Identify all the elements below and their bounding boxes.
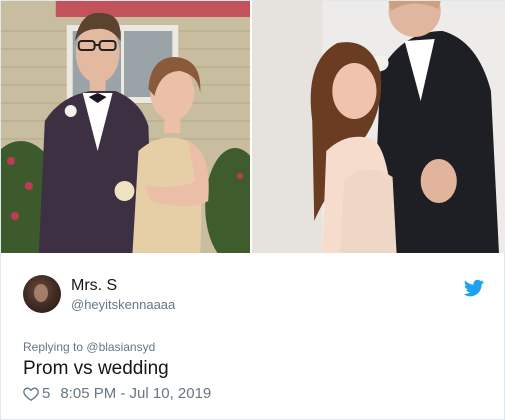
wedding-photo[interactable] — [252, 1, 505, 253]
reply-mention-link[interactable]: @blasiansyd — [86, 340, 155, 354]
heart-icon[interactable] — [23, 386, 39, 401]
tweet-text: Prom vs wedding — [23, 358, 169, 379]
display-name[interactable]: Mrs. S — [71, 276, 175, 296]
twitter-bird-icon[interactable] — [464, 279, 484, 297]
tweet-card: Mrs. S @heyitskennaaaa Replying to @blas… — [0, 0, 505, 420]
like-count: 5 — [42, 385, 51, 402]
tweet-photos — [1, 1, 505, 253]
author-names: Mrs. S @heyitskennaaaa — [71, 276, 175, 313]
author-row[interactable]: Mrs. S @heyitskennaaaa — [23, 275, 175, 313]
reply-context: Replying to @blasiansyd — [23, 340, 155, 354]
reply-prefix: Replying to — [23, 340, 84, 354]
prom-photo[interactable] — [1, 1, 251, 253]
tweet-body: Mrs. S @heyitskennaaaa Replying to @blas… — [1, 253, 505, 420]
avatar[interactable] — [23, 275, 61, 313]
tweet-meta: 5 8:05 PM - Jul 10, 2019 — [23, 385, 211, 402]
user-handle[interactable]: @heyitskennaaaa — [71, 296, 175, 313]
tweet-timestamp[interactable]: 8:05 PM - Jul 10, 2019 — [60, 385, 211, 402]
